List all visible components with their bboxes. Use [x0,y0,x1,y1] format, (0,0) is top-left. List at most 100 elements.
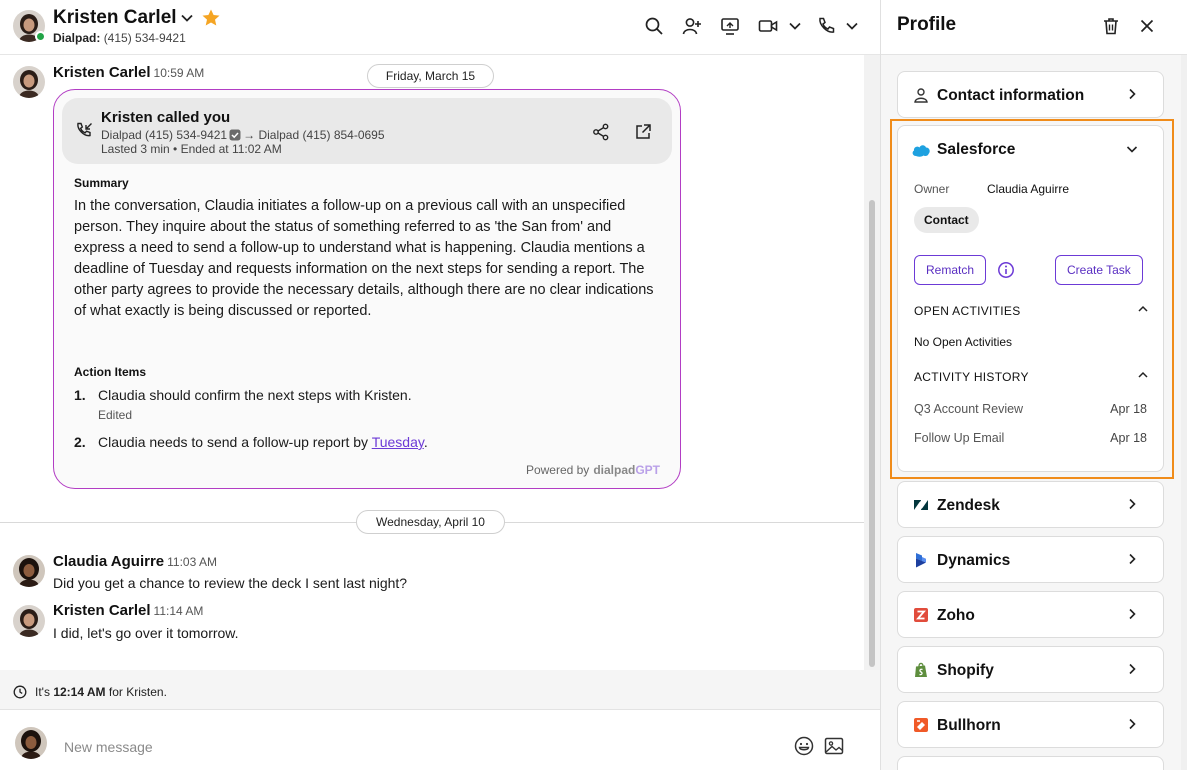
action-item[interactable]: 1. Claudia should confirm the next steps … [74,387,412,403]
screen-share-icon [721,18,739,35]
open-activities-heading[interactable]: OPEN ACTIVITIES [914,304,1021,318]
owner-label: Owner [914,182,950,196]
share-screen-button[interactable] [719,15,741,37]
message-sender[interactable]: Claudia Aguirre 11:03 AM [53,553,217,570]
contact-information-section[interactable]: Contact information [897,71,1164,118]
my-avatar[interactable] [15,727,47,759]
chevron-right-icon [1129,608,1136,620]
open-activities-empty: No Open Activities [914,335,1013,349]
next-integration-section[interactable] [897,756,1164,770]
add-person-icon [682,18,701,35]
add-person-button[interactable] [681,15,703,37]
conversation-header: Kristen Carlel Dialpad: (415) 534-9421 [0,0,880,55]
action-item-text: Claudia needs to send a follow-up report… [98,434,372,450]
call-options-button[interactable] [841,15,863,37]
contact-name[interactable]: Kristen Carlel [53,7,177,29]
info-icon[interactable] [997,261,1015,279]
chevron-down-icon[interactable] [180,11,194,25]
shopify-section[interactable]: Shopify [897,646,1164,693]
sender-avatar[interactable] [13,555,45,587]
action-items-heading: Action Items [74,365,147,379]
call-duration: Lasted 3 min • Ended at 11:02 AM [101,142,282,156]
section-label: Bullhorn [937,717,1001,734]
profile-panel: Profile Contact information Salesforce O… [880,0,1187,770]
conversation-scrollbar-thumb[interactable] [869,200,875,667]
chevron-down-icon [789,22,801,30]
close-icon[interactable] [1137,16,1157,36]
chevron-right-icon [1129,718,1136,730]
presence-indicator [35,31,46,42]
voice-call-button[interactable] [815,15,837,37]
video-call-button[interactable] [757,15,779,37]
date-separator: Friday, March 15 [367,64,494,88]
message-sender[interactable]: Kristen Carlel 11:14 AM [53,602,203,619]
clock-icon [13,685,27,699]
action-item-tail: . [423,434,428,450]
activity-item-date: Apr 18 [1110,431,1147,445]
section-label: Dynamics [937,552,1011,569]
zendesk-icon [914,500,928,510]
section-label: Zoho [937,607,975,624]
panel-scrollbar[interactable] [1181,55,1187,770]
verified-icon [229,129,241,141]
message-sender[interactable]: Kristen Carlel 10:59 AM [53,64,204,81]
app-window: Kristen Carlel Dialpad: (415) 534-9421 K… [0,0,1187,770]
dynamics-icon [916,553,926,568]
sender-name[interactable]: Claudia Aguirre [53,553,164,570]
create-task-button[interactable]: Create Task [1055,255,1143,285]
sender-avatar[interactable] [13,66,45,98]
message-input[interactable] [64,737,764,757]
local-time-suffix: for Kristen. [108,685,167,699]
call-summary-header[interactable]: Kristen called you Dialpad (415) 534-942… [62,98,672,164]
chevron-right-icon [1129,663,1136,675]
zoho-icon [914,608,928,622]
message-text: I did, let's go over it tomorrow. [53,625,239,641]
chevron-down-icon[interactable] [1125,142,1139,156]
local-time-value: 12:14 AM [53,685,106,699]
owner-value: Claudia Aguirre [987,182,1070,196]
rematch-button[interactable]: Rematch [914,255,987,285]
powered-by: Powered by dialpadGPT [526,463,660,477]
share-icon[interactable] [592,123,610,141]
search-button[interactable] [643,15,665,37]
action-item[interactable]: 2. Claudia needs to send a follow-up repo… [74,434,428,450]
chevron-up-icon[interactable] [1137,369,1149,381]
profile-header: Profile [881,0,1187,55]
zoho-section[interactable]: Zoho [897,591,1164,638]
chevron-right-icon [1129,498,1136,510]
bullhorn-section[interactable]: Bullhorn [897,701,1164,748]
zendesk-section[interactable]: Zendesk [897,481,1164,528]
chevron-right-icon [1129,88,1136,100]
call-title: Kristen called you [101,109,231,126]
activity-item-label[interactable]: Follow Up Email [914,431,1004,445]
image-icon[interactable] [823,735,845,757]
activity-item-label[interactable]: Q3 Account Review [914,402,1023,416]
salesforce-title[interactable]: Salesforce [937,141,1015,159]
section-label: Contact information [937,87,1085,104]
chevron-up-icon[interactable] [1137,303,1149,315]
message-time: 11:14 AM [153,604,204,618]
edited-label: Edited [98,408,133,422]
call-route: Dialpad (415) 534-9421 → Dialpad (415) 85… [101,128,385,142]
section-label: Shopify [937,662,994,679]
brand-logo: dialpad [593,463,636,477]
action-item-number: 2. [74,434,86,450]
sender-name[interactable]: Kristen Carlel [53,602,151,619]
salesforce-cloud-icon [912,145,930,157]
video-options-button[interactable] [784,15,806,37]
person-icon [914,88,928,103]
external-link-icon[interactable] [634,123,652,141]
message-time: 11:03 AM [167,555,217,569]
call-to: Dialpad (415) 854-0695 [258,128,385,142]
sender-avatar[interactable] [13,605,45,637]
line-label: Dialpad: [53,31,101,45]
section-label: Zendesk [937,497,1000,514]
date-link[interactable]: Tuesday [372,434,424,450]
activity-history-heading[interactable]: ACTIVITY HISTORY [914,370,1029,384]
trash-icon[interactable] [1101,16,1121,36]
star-icon[interactable] [201,8,221,28]
video-icon [758,20,778,32]
sender-name[interactable]: Kristen Carlel [53,64,151,81]
dynamics-section[interactable]: Dynamics [897,536,1164,583]
emoji-icon[interactable] [793,735,815,757]
